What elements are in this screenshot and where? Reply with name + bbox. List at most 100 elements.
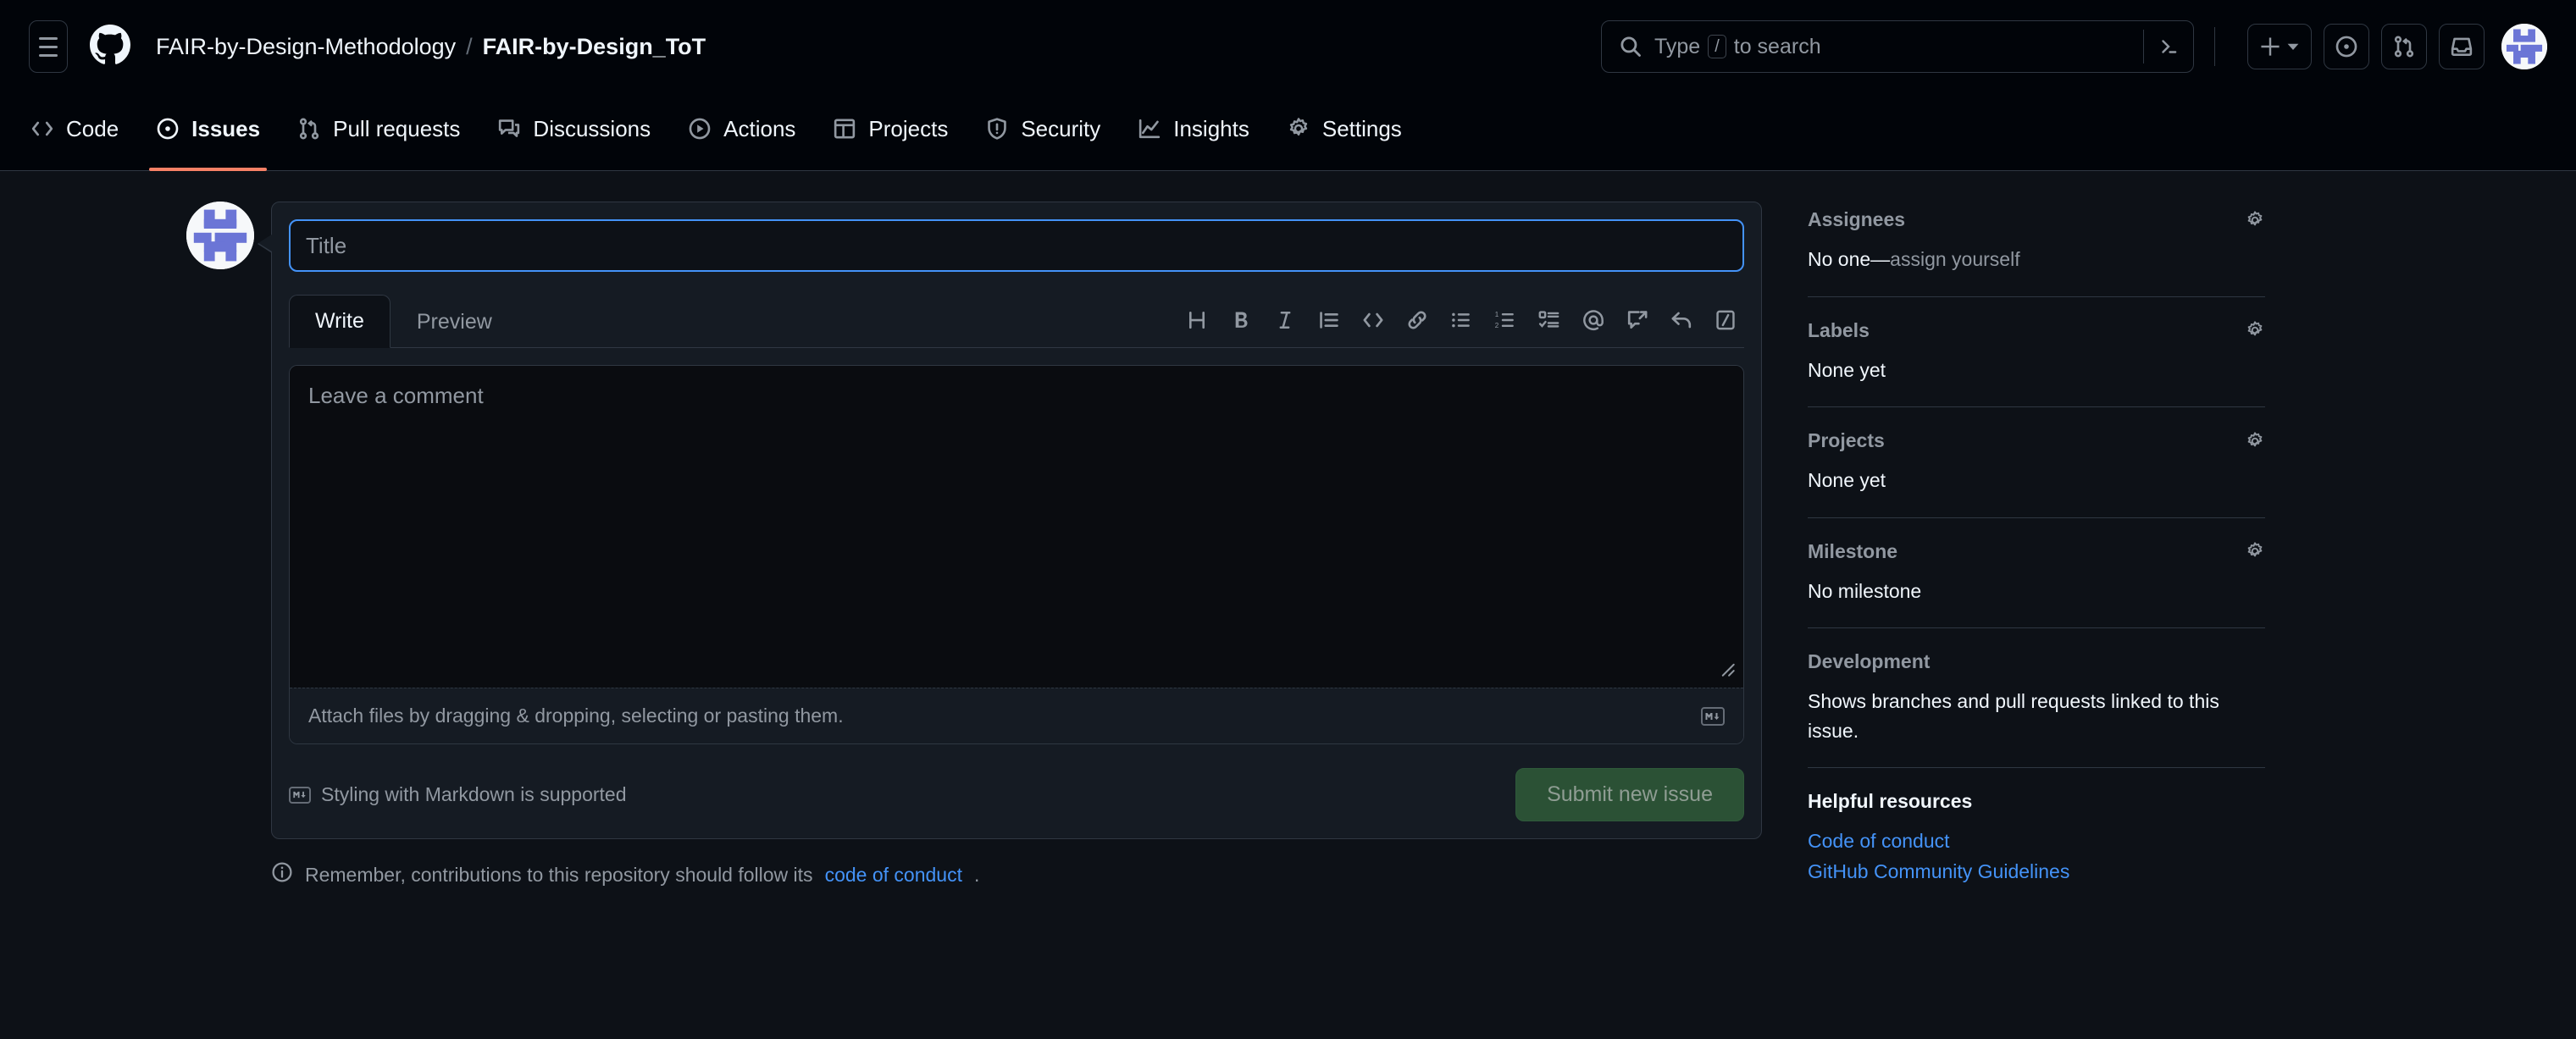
nav-label: Projects [868,116,948,142]
link-code-of-conduct[interactable]: Code of conduct [1808,826,2265,857]
tab-preview[interactable]: Preview [391,296,518,348]
bold-icon[interactable] [1222,301,1260,339]
gear-icon[interactable] [2245,210,2265,230]
link-icon[interactable] [1399,301,1436,339]
terminal-icon[interactable] [2143,30,2180,64]
pull-requests-button[interactable] [2381,24,2427,69]
header-actions: Type / to search [1601,20,2547,73]
heading-icon[interactable] [1178,301,1216,339]
issues-button[interactable] [2324,24,2369,69]
nav-label: Code [66,116,119,142]
nav-item-code[interactable]: Code [12,93,137,171]
nav-item-pull-requests[interactable]: Pull requests [279,93,479,171]
sidebar-section-labels: Labels None yet [1808,296,2265,407]
issue-sidebar: Assignees No one—assign yourself Labels … [1808,202,2265,909]
reply-icon[interactable] [1663,301,1700,339]
quote-icon[interactable] [1310,301,1348,339]
reference-icon[interactable] [1619,301,1656,339]
avatar[interactable] [186,202,254,269]
breadcrumb-separator: / [466,34,473,60]
form-footer: Styling with Markdown is supported Submi… [289,768,1744,821]
avatar-gutter [0,202,271,909]
unordered-list-icon[interactable] [1443,301,1480,339]
search-placeholder: Type / to search [1654,35,1821,59]
nav-item-actions[interactable]: Actions [669,93,814,171]
sidebar-title: Assignees [1808,208,1905,231]
gear-icon[interactable] [2245,541,2265,561]
plus-icon [2259,36,2281,58]
create-new-button[interactable] [2247,24,2312,69]
sidebar-header: Labels [1808,319,2265,342]
sidebar-title: Projects [1808,429,1885,452]
comment-textarea[interactable] [290,366,1743,688]
play-icon [688,117,712,141]
sidebar-title: Development [1808,650,1930,673]
nav-item-settings[interactable]: Settings [1268,93,1421,171]
code-icon[interactable] [1354,301,1392,339]
issue-opened-icon [2335,35,2358,58]
markdown-icon [289,787,311,804]
gear-icon[interactable] [2245,320,2265,340]
user-identicon [2501,24,2547,69]
mention-icon[interactable] [1575,301,1612,339]
breadcrumb-owner[interactable]: FAIR-by-Design-Methodology [156,34,456,60]
inbox-button[interactable] [2439,24,2485,69]
gear-icon [1287,117,1310,141]
nav-item-issues[interactable]: Issues [137,93,279,171]
issue-title-input[interactable] [289,219,1744,272]
table-icon [833,117,856,141]
sidebar-body: Shows branches and pull requests linked … [1808,687,2265,745]
github-logo-icon[interactable] [90,25,130,69]
svg-text:2: 2 [1495,322,1499,329]
sidebar-section-milestone: Milestone No milestone [1808,517,2265,628]
sidebar-header: Assignees [1808,208,2265,231]
breadcrumb-repo[interactable]: FAIR-by-Design_ToT [483,34,706,60]
markdown-icon [1701,707,1725,726]
submit-new-issue-button[interactable]: Submit new issue [1515,768,1744,821]
nav-label: Pull requests [333,116,460,142]
hamburger-icon-bar [39,46,58,48]
comment-textarea-holder [290,366,1743,688]
repo-nav: Code Issues Pull requests Discussions Ac… [0,93,2576,171]
user-identicon [186,202,254,269]
svg-text:1: 1 [1495,311,1499,318]
attach-files-bar[interactable]: Attach files by dragging & dropping, sel… [290,688,1743,743]
search-suffix: to search [1734,35,1821,59]
nav-item-security[interactable]: Security [967,93,1119,171]
nav-item-insights[interactable]: Insights [1119,93,1268,171]
italic-icon[interactable] [1266,301,1304,339]
link-github-community-guidelines[interactable]: GitHub Community Guidelines [1808,857,2265,887]
search-prefix: Type [1654,35,1700,59]
nav-item-projects[interactable]: Projects [814,93,967,171]
code-of-conduct-link[interactable]: code of conduct [825,864,962,887]
ordered-list-icon[interactable]: 12 [1487,301,1524,339]
git-pull-request-icon [297,117,321,141]
header-divider [2214,27,2215,66]
new-issue-page: Write Preview [0,171,2576,909]
hamburger-icon-bar [39,54,58,57]
avatar[interactable] [2501,24,2547,69]
inbox-icon [2450,35,2474,58]
assign-yourself-link[interactable]: assign yourself [1890,248,2019,270]
breadcrumb: FAIR-by-Design-Methodology / FAIR-by-Des… [156,34,706,60]
nav-label: Actions [723,116,795,142]
sidebar-body: None yet [1808,466,2265,495]
helpful-resources-title: Helpful resources [1808,790,2265,813]
code-of-conduct-notice: Remember, contributions to this reposito… [271,861,1762,888]
search-slash-key: / [1708,35,1726,58]
code-icon [30,117,54,141]
hamburger-icon-bar [39,37,58,40]
hamburger-menu-button[interactable] [29,20,68,73]
search-input[interactable]: Type / to search [1601,20,2194,73]
tab-write[interactable]: Write [289,295,391,348]
chevron-down-icon [2286,40,2300,53]
gear-icon[interactable] [2245,431,2265,451]
sidebar-body: No milestone [1808,577,2265,606]
sidebar-section-helpful-resources: Helpful resources Code of conduct GitHub… [1808,767,2265,909]
task-list-icon[interactable] [1531,301,1568,339]
graph-icon [1138,117,1161,141]
sidebar-header: Projects [1808,429,2265,452]
nav-item-discussions[interactable]: Discussions [479,93,669,171]
slash-command-icon[interactable] [1707,301,1744,339]
markdown-toolbar: 12 [1178,301,1744,347]
